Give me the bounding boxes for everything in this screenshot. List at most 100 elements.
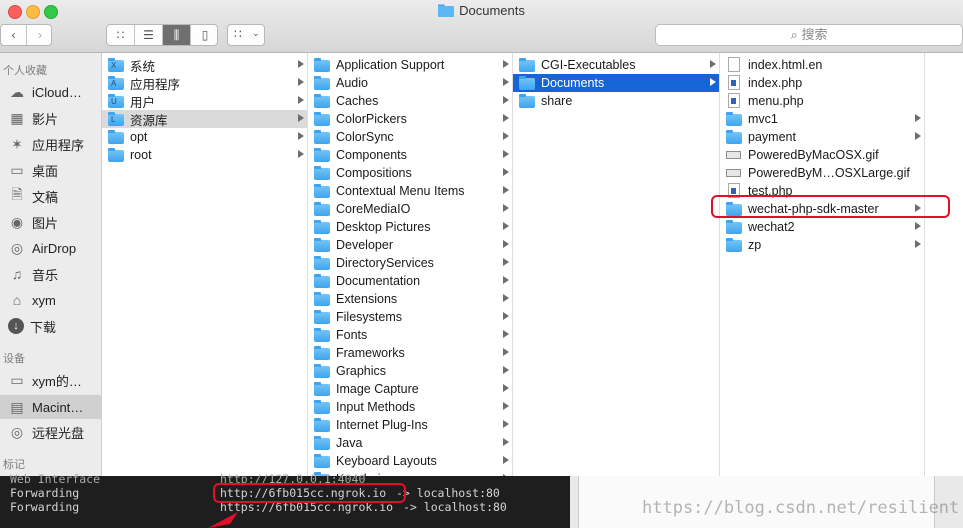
sidebar-item-desktop[interactable]: ▭ 桌面 <box>0 159 102 181</box>
arrow-annotation-icon <box>208 512 238 528</box>
chevron-right-icon <box>298 132 304 140</box>
item-label: 应用程序 <box>130 77 181 92</box>
folder-icon <box>314 130 330 144</box>
list-item[interactable]: opt <box>102 128 307 146</box>
gallery-view-button[interactable]: ▯ <box>191 25 219 45</box>
sidebar-item-macintosh-hd[interactable]: ▤ Macint… <box>0 395 102 419</box>
column-view-button[interactable]: ⫼ <box>163 25 191 45</box>
folder-icon <box>314 112 330 126</box>
disk-icon: ▤ <box>10 398 24 415</box>
sidebar-item-pictures[interactable]: ◉ 图片 <box>0 211 102 233</box>
search-field[interactable]: ⌕ 搜索 <box>655 24 963 46</box>
folder-icon <box>314 382 330 396</box>
list-item[interactable]: Audio <box>308 74 512 92</box>
item-label: Fonts <box>336 328 368 342</box>
item-label: Frameworks <box>336 346 405 360</box>
list-item[interactable]: Developer <box>308 236 512 254</box>
chevron-right-icon <box>298 96 304 104</box>
folder-icon <box>519 94 535 108</box>
sidebar-item-airdrop[interactable]: ◎ AirDrop <box>0 237 102 259</box>
folder-icon <box>314 454 330 468</box>
folder-icon <box>314 292 330 306</box>
list-item[interactable]: index.html.en <box>720 56 924 74</box>
list-item[interactable]: A 应用程序 <box>102 74 307 92</box>
sidebar-item-downloads[interactable]: ↓ 下载 <box>0 315 102 337</box>
chevron-right-icon <box>915 240 921 248</box>
chevron-right-icon <box>503 204 509 212</box>
list-item[interactable]: Frameworks <box>308 344 512 362</box>
list-item[interactable]: Graphics <box>308 362 512 380</box>
list-item[interactable]: Extensions <box>308 290 512 308</box>
list-item[interactable]: Components <box>308 146 512 164</box>
devices-header: 设备 <box>3 353 25 365</box>
list-item[interactable]: Documentation <box>308 272 512 290</box>
sidebar-item-laptop[interactable]: ▭ xym的… <box>0 369 102 391</box>
list-item[interactable]: Internet Plug-Ins <box>308 416 512 434</box>
folder-icon <box>438 4 455 17</box>
list-item[interactable]: DirectoryServices <box>308 254 512 272</box>
list-item[interactable]: PoweredByM…OSXLarge.gif <box>720 164 924 182</box>
chevron-right-icon <box>503 456 509 464</box>
list-item[interactable]: Fonts <box>308 326 512 344</box>
list-item[interactable]: X 系统 <box>102 56 307 74</box>
arrange-menu-button[interactable]: ∷ ⌄ <box>227 24 265 46</box>
item-label: Keyboard Layouts <box>336 454 437 468</box>
list-item[interactable]: Compositions <box>308 164 512 182</box>
list-item[interactable]: Image Capture <box>308 380 512 398</box>
back-button[interactable]: ‹ <box>1 25 27 45</box>
chevron-right-icon <box>503 384 509 392</box>
list-item[interactable]: Caches <box>308 92 512 110</box>
sidebar-label: 图片 <box>32 215 59 231</box>
list-item[interactable]: ColorSync <box>308 128 512 146</box>
list-item[interactable]: Application Support <box>308 56 512 74</box>
column-documents: index.html.en index.php menu.php mvc1 paymen… <box>720 53 925 476</box>
list-item[interactable]: index.php <box>720 74 924 92</box>
list-item[interactable]: Desktop Pictures <box>308 218 512 236</box>
desktop-icon: ▭ <box>10 161 24 178</box>
terminal-label: Web Interface <box>10 472 101 486</box>
chevron-right-icon <box>503 60 509 68</box>
sidebar-label: iCloud… <box>32 84 82 100</box>
list-item[interactable]: U 用户 <box>102 92 307 110</box>
list-item[interactable]: wechat2 <box>720 218 924 236</box>
sidebar-label: 远程光盘 <box>32 425 85 441</box>
sidebar-item-applications[interactable]: ✶ 应用程序 <box>0 133 102 155</box>
list-item[interactable]: Documents <box>513 74 719 92</box>
column-root: X 系统 A 应用程序 U 用户 L 资源库 opt root <box>102 53 308 476</box>
list-item[interactable]: zp <box>720 236 924 254</box>
window-title-text: Documents <box>459 3 525 18</box>
list-item[interactable]: ColorPickers <box>308 110 512 128</box>
list-item[interactable]: root <box>102 146 307 164</box>
list-item[interactable]: PoweredByMacOSX.gif <box>720 146 924 164</box>
folder-icon <box>726 220 742 234</box>
item-label: Compositions <box>336 166 412 180</box>
terminal-target: -> localhost:80 <box>396 486 500 500</box>
sidebar-item-music[interactable]: ♫ 音乐 <box>0 263 102 285</box>
list-item[interactable]: CoreMediaIO <box>308 200 512 218</box>
icon-view-button[interactable]: ∷ <box>107 25 135 45</box>
list-item[interactable]: Java <box>308 434 512 452</box>
list-item[interactable]: menu.php <box>720 92 924 110</box>
list-item[interactable]: L 资源库 <box>102 110 307 128</box>
item-label: ColorPickers <box>336 112 407 126</box>
folder-icon <box>314 220 330 234</box>
list-item[interactable]: Input Methods <box>308 398 512 416</box>
film-icon: ▦ <box>10 109 24 126</box>
list-item[interactable]: mvc1 <box>720 110 924 128</box>
list-item[interactable]: payment <box>720 128 924 146</box>
sidebar-item-movies[interactable]: ▦ 影片 <box>0 107 102 129</box>
list-item[interactable]: Contextual Menu Items <box>308 182 512 200</box>
forward-button[interactable]: › <box>27 25 53 45</box>
sidebar-item-remote-disc[interactable]: ◎ 远程光盘 <box>0 421 102 443</box>
list-item[interactable]: share <box>513 92 719 110</box>
chevron-right-icon <box>503 294 509 302</box>
terminal-label: Forwarding <box>10 500 80 514</box>
sidebar-item-home[interactable]: ⌂ xym <box>0 289 102 311</box>
list-item[interactable]: Keyboard Layouts <box>308 452 512 470</box>
list-item[interactable]: Filesystems <box>308 308 512 326</box>
sidebar-item-icloud[interactable]: ☁ iCloud… <box>0 81 102 103</box>
list-view-button[interactable]: ☰ <box>135 25 163 45</box>
item-label: PoweredByMacOSX.gif <box>748 148 879 162</box>
list-item[interactable]: CGI-Executables <box>513 56 719 74</box>
sidebar-item-documents[interactable]: 🗎 文稿 <box>0 185 102 207</box>
